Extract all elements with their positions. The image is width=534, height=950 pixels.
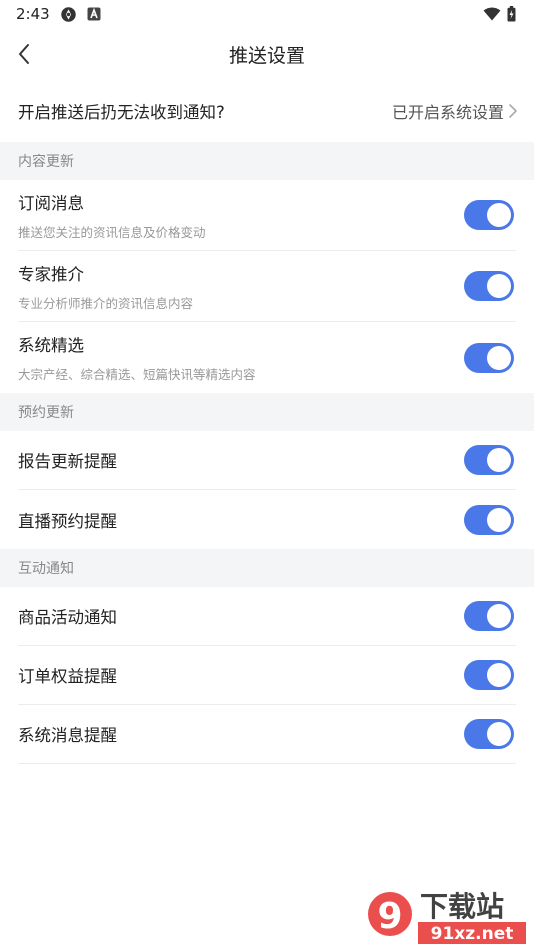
- setting-row-system-message: 系统消息提醒: [18, 705, 516, 764]
- setting-row-report-reminder: 报告更新提醒: [18, 431, 516, 490]
- status-bar: 2:43: [0, 0, 534, 28]
- setting-title: 订阅消息: [18, 193, 84, 213]
- toggle-knob: [487, 274, 511, 298]
- toggle-knob: [487, 345, 511, 370]
- setting-title: 系统精选: [18, 336, 84, 355]
- chevron-left-icon: [19, 44, 29, 64]
- system-settings-link[interactable]: 已开启系统设置: [392, 99, 504, 123]
- toggle-knob: [487, 203, 511, 227]
- chevron-right-icon: [509, 104, 517, 118]
- location-icon: [60, 6, 77, 23]
- back-button[interactable]: [6, 36, 42, 72]
- setting-row-live-reminder: 直播预约提醒: [18, 490, 516, 549]
- setting-title: 商品活动通知: [18, 608, 117, 627]
- watermark-logo: 9 下载站 91xz.net: [368, 890, 526, 944]
- setting-title: 报告更新提醒: [18, 452, 117, 471]
- toggle-knob: [487, 663, 511, 687]
- report-reminder-toggle[interactable]: [464, 445, 514, 475]
- watermark-text-url: 91xz.net: [431, 924, 514, 944]
- system-message-toggle[interactable]: [464, 719, 514, 749]
- section-header-booking-updates: 预约更新: [0, 393, 534, 431]
- wifi-icon: [483, 7, 501, 21]
- setting-row-subscription: 订阅消息 推送您关注的资讯信息及价格变动: [18, 180, 516, 251]
- activity-toggle[interactable]: [464, 601, 514, 631]
- toggle-knob: [487, 448, 511, 472]
- setting-subtitle: 专业分析师推介的资讯信息内容: [18, 295, 194, 311]
- selection-toggle[interactable]: [464, 342, 514, 373]
- status-time: 2:43: [16, 5, 50, 23]
- setting-title: 订单权益提醒: [18, 667, 117, 686]
- toggle-knob: [487, 604, 511, 628]
- a-badge-icon: [87, 7, 101, 21]
- setting-title: 直播预约提醒: [18, 511, 117, 531]
- subscription-toggle[interactable]: [464, 200, 514, 230]
- setting-title: 专家推介: [18, 264, 84, 284]
- page-title: 推送设置: [228, 44, 305, 67]
- system-settings-row[interactable]: 开启推送后扔无法收到通知? 已开启系统设置: [0, 80, 534, 142]
- notification-question: 开启推送后扔无法收到通知?: [18, 103, 225, 122]
- setting-row-order-benefit: 订单权益提醒: [18, 646, 516, 705]
- setting-row-selection: 系统精选 大宗产经、综合精选、短篇快讯等精选内容: [18, 322, 516, 393]
- battery-icon: [507, 6, 516, 22]
- live-reminder-toggle[interactable]: [464, 504, 514, 535]
- setting-subtitle: 推送您关注的资讯信息及价格变动: [18, 224, 206, 240]
- order-benefit-toggle[interactable]: [464, 660, 514, 690]
- section-header-content-updates: 内容更新: [0, 142, 534, 180]
- toggle-knob: [487, 507, 511, 532]
- expert-toggle[interactable]: [464, 271, 514, 301]
- setting-row-activity: 商品活动通知: [18, 587, 516, 646]
- setting-title: 系统消息提醒: [18, 726, 117, 745]
- watermark-text-cn: 下载站: [420, 890, 504, 923]
- setting-row-expert: 专家推介 专业分析师推介的资讯信息内容: [18, 251, 516, 322]
- nav-bar: 推送设置: [0, 28, 534, 80]
- toggle-knob: [487, 722, 511, 746]
- section-header-interaction: 互动通知: [0, 549, 534, 587]
- watermark-logo-glyph: 9: [377, 896, 402, 937]
- setting-subtitle: 大宗产经、综合精选、短篇快讯等精选内容: [18, 367, 256, 382]
